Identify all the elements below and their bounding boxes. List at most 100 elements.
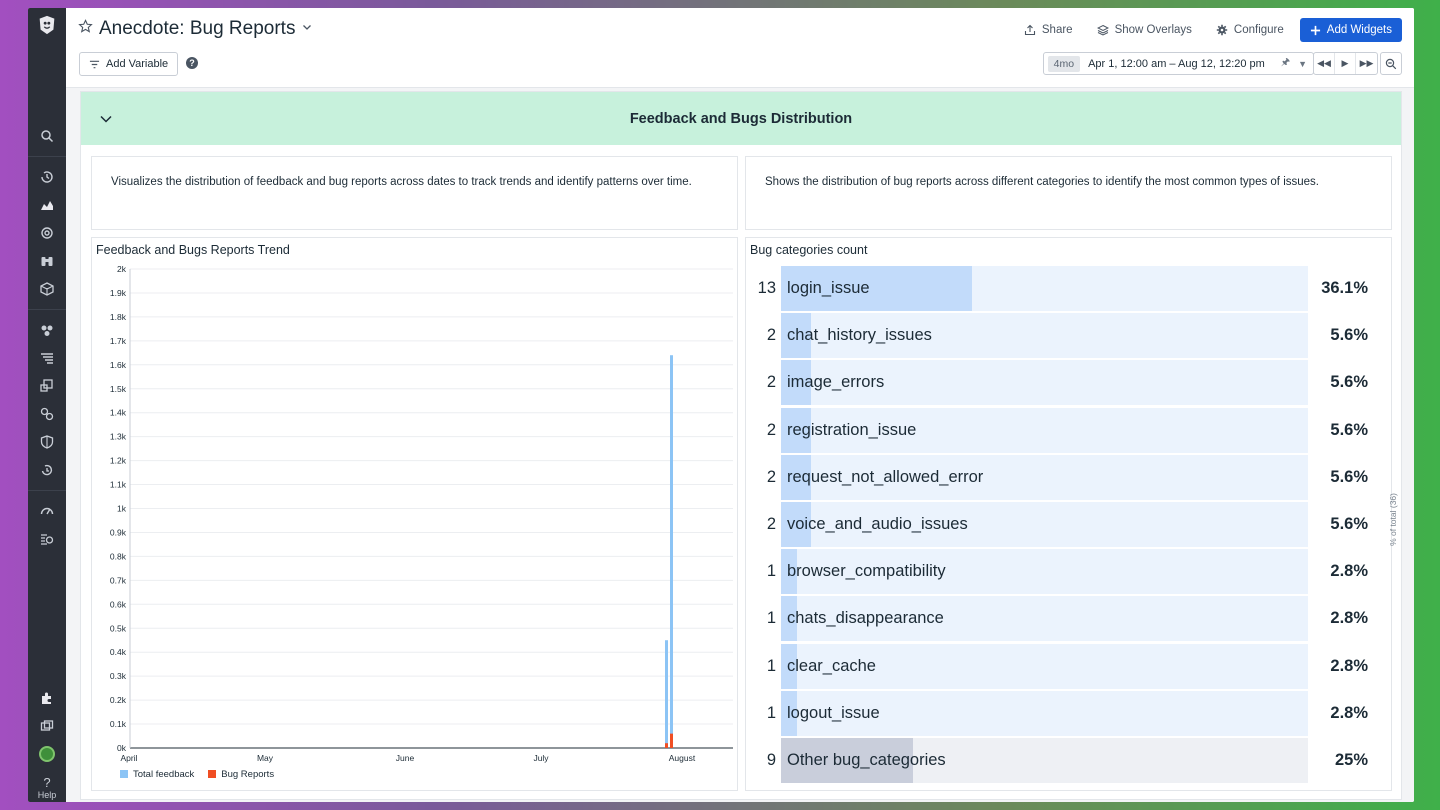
zoom-out-button[interactable] [1380,52,1402,75]
x-tick-label: April [120,753,137,763]
y-tick-label: 1.7k [110,336,127,346]
toplist-row[interactable]: 2 request_not_allowed_error 5.6% [746,454,1391,501]
toplist: 13 login_issue 36.1% 2 chat_history_issues 5.… [746,265,1391,785]
add-variable-button[interactable]: Add Variable [79,52,179,76]
logs-icon[interactable] [28,344,66,372]
legend-item-total-feedback[interactable]: Total feedback [120,769,194,780]
search-icon[interactable] [28,122,66,150]
dashboards-icon[interactable] [28,191,66,219]
note-widget-trend: Visualizes the distribution of feedback … [91,156,738,230]
toplist-row[interactable]: 2 voice_and_audio_issues 5.6% [746,501,1391,548]
category-count: 2 [766,467,776,486]
time-navigation: ◀◀ ▶ ▶▶ [1313,52,1378,75]
bar-total-feedback [670,355,673,748]
category-percent: 5.6% [1330,420,1368,439]
add-widgets-button[interactable]: Add Widgets [1299,18,1402,42]
user-avatar[interactable] [28,740,66,768]
y-tick-label: 1.3k [110,432,127,442]
y-tick-label: 0.2k [110,695,127,705]
toplist-row[interactable]: 9 Other bug_categories 25% [746,737,1391,784]
play-icon[interactable]: ▶ [1335,53,1356,74]
layers-icon [1096,24,1109,36]
rewind-icon[interactable]: ◀◀ [1314,53,1335,74]
y-tick-label: 1.2k [110,456,127,466]
category-percent: 5.6% [1330,326,1368,345]
category-percent: 2.8% [1330,562,1368,581]
star-icon[interactable] [78,19,93,39]
fast-forward-icon[interactable]: ▶▶ [1356,53,1377,74]
monitors-icon[interactable] [28,219,66,247]
dashboard-title: Anecdote: Bug Reports [99,18,296,39]
category-percent: 2.8% [1330,656,1368,675]
x-tick-label: May [257,753,274,763]
apm-icon[interactable] [28,316,66,344]
slo-icon[interactable] [28,456,66,484]
help-button[interactable]: ? Help [28,776,66,801]
time-picker[interactable]: 4mo Apr 1, 12:00 am – Aug 12, 12:20 pm 🖈… [1042,52,1314,75]
category-label: clear_cache [787,656,876,675]
infrastructure-icon[interactable] [28,275,66,303]
category-label: image_errors [787,373,885,392]
chevron-down-icon[interactable] [301,20,313,38]
toplist-row[interactable]: 2 chat_history_issues 5.6% [746,312,1391,359]
dashboard-header: Anecdote: Bug Reports Share Show Overlay… [66,8,1414,88]
sidebar: ? Help [28,8,66,802]
toplist-row[interactable]: 2 registration_issue 5.6% [746,407,1391,454]
category-count: 1 [766,609,776,628]
watchdog-icon[interactable] [28,497,66,525]
integrations-icon[interactable] [28,372,66,400]
ci-icon[interactable] [28,428,66,456]
legend-item-bug-reports[interactable]: Bug Reports [208,769,274,780]
category-percent: 2.8% [1330,609,1368,628]
x-tick-label: July [533,753,549,763]
toplist-row[interactable]: 1 browser_compatibility 2.8% [746,548,1391,595]
y-tick-label: 1k [117,504,127,514]
pin-icon[interactable]: 🖈 [1275,55,1296,72]
toplist-row[interactable]: 1 clear_cache 2.8% [746,643,1391,690]
history-icon[interactable] [28,163,66,191]
y-tick-label: 1.6k [110,360,127,370]
note-text: Visualizes the distribution of feedback … [111,176,692,188]
add-widgets-label: Add Widgets [1326,24,1392,36]
extensions-icon[interactable] [28,684,66,712]
toplist-row[interactable]: 1 logout_issue 2.8% [746,690,1391,737]
sidebar-divider [28,156,66,157]
toplist-row[interactable]: 2 image_errors 5.6% [746,359,1391,406]
y-tick-label: 1.8k [110,312,127,322]
time-range-text: Apr 1, 12:00 am – Aug 12, 12:20 pm [1088,57,1265,70]
toplist-row[interactable]: 1 chats_disappearance 2.8% [746,595,1391,642]
binoculars-icon[interactable] [28,247,66,275]
teams-icon[interactable] [28,712,66,740]
category-count: 1 [766,703,776,722]
filter-icon [89,60,100,68]
show-overlays-button[interactable]: Show Overlays [1089,19,1200,41]
bar-chart[interactable]: 0k 0.1k 0.2k 0.3k 0.4k 0.5k 0.6k 0.7k 0.8k 0.9k 1k… [92,262,737,767]
category-percent: 5.6% [1330,515,1368,533]
note-widget-categories: Shows the distribution of bug reports ac… [745,156,1392,230]
dashboard-content: Feedback and Bugs Distribution Visualize… [66,88,1414,802]
sidebar-divider [28,309,66,310]
notebooks-icon[interactable] [28,525,66,553]
y-tick-label: 0.1k [110,719,127,729]
group-header[interactable]: Feedback and Bugs Distribution [81,92,1401,145]
y-tick-label: 1.4k [110,408,127,418]
chevron-down-icon[interactable] [99,112,113,131]
category-percent: 36.1% [1321,279,1368,297]
y-tick-label: 0.9k [110,527,127,537]
y-tick-label: 0.7k [110,575,127,585]
toplist-row[interactable]: 13 login_issue 36.1% [746,265,1391,312]
datadog-logo-icon[interactable] [34,12,60,38]
chevron-down-icon[interactable]: ▼ [1296,59,1313,69]
help-circle-icon[interactable]: ? [186,57,198,69]
share-button[interactable]: Share [1016,19,1081,41]
configure-button[interactable]: Configure [1208,19,1292,41]
chart-legend: Total feedback Bug Reports [120,769,274,780]
share-icon [1024,24,1035,36]
category-count: 1 [766,562,776,581]
bug-categories-widget[interactable]: Bug categories count 13 login_issue 36.1% 2… [745,237,1398,791]
x-tick-label: August [669,753,696,763]
y-tick-label: 1.9k [110,288,127,298]
trend-chart-widget[interactable]: Feedback and Bugs Reports Trend 0k 0.1k 0.… [91,237,738,791]
category-count: 2 [766,420,776,439]
security-icon[interactable] [28,400,66,428]
